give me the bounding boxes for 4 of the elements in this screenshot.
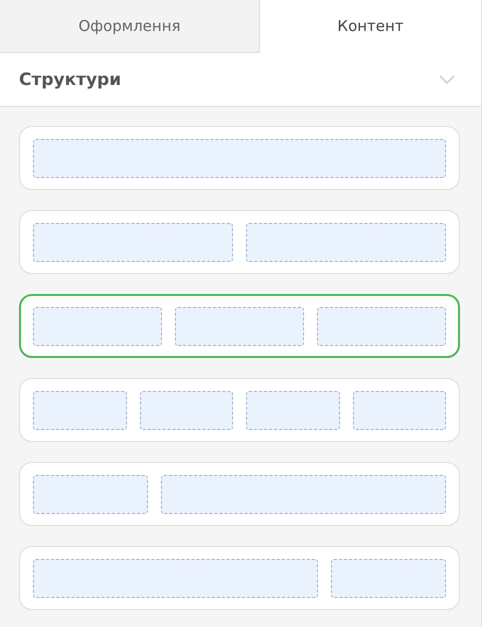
chevron-icon[interactable] xyxy=(439,74,455,84)
structure-card[interactable] xyxy=(19,294,460,358)
section-title: Структури xyxy=(19,70,122,90)
tab[interactable]: Контент xyxy=(259,0,481,53)
